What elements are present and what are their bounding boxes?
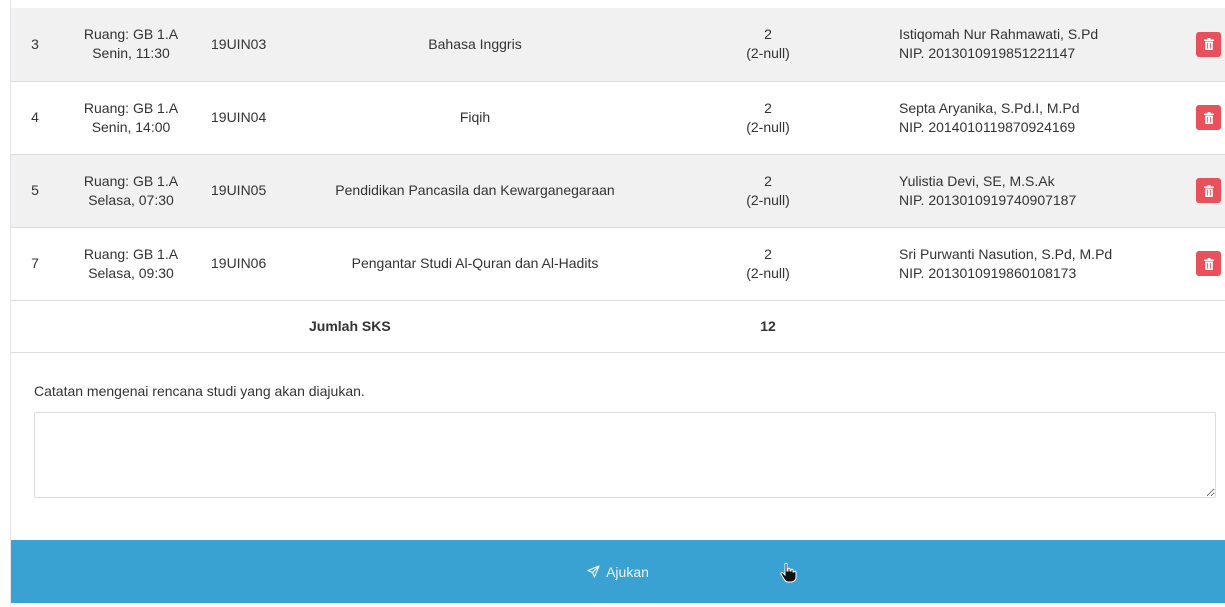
table-row: 5 Ruang: GB 1.A Selasa, 07:30 19UIN05 Pe… bbox=[11, 154, 1225, 228]
course-lecturer: Sri Purwanti Nasution, S.Pd, M.Pd NIP. 2… bbox=[895, 227, 1192, 301]
lecturer-nip: NIP. 2013010919851221147 bbox=[899, 45, 1076, 62]
trash-icon bbox=[1203, 111, 1214, 124]
course-name: Fiqih bbox=[309, 81, 641, 155]
course-room: Ruang: GB 1.A bbox=[83, 172, 179, 189]
lecturer-nip: NIP. 2013010919860108173 bbox=[899, 264, 1077, 281]
course-room: Ruang: GB 1.A bbox=[83, 26, 179, 43]
note-label: Catatan mengenai rencana studi yang akan… bbox=[34, 383, 365, 399]
course-time: Selasa, 09:30 bbox=[88, 264, 174, 281]
credit-value: 2 bbox=[764, 245, 772, 262]
total-row: Jumlah SKS 12 bbox=[11, 300, 1225, 353]
delete-course-button[interactable] bbox=[1196, 105, 1221, 130]
course-number: 4 bbox=[11, 81, 59, 155]
table-row: 3 Ruang: GB 1.A Senin, 11:30 19UIN03 Bah… bbox=[11, 8, 1225, 82]
credit-value: 2 bbox=[764, 99, 772, 116]
course-name: Pengantar Studi Al-Quran dan Al-Hadits bbox=[309, 227, 641, 301]
course-code: 19UIN05 bbox=[203, 154, 309, 228]
course-credits: 2 (2-null) bbox=[641, 8, 895, 82]
submit-label: Ajukan bbox=[606, 563, 649, 580]
course-time: Senin, 14:00 bbox=[91, 118, 171, 135]
course-name: Pendidikan Pancasila dan Kewarganegaraan bbox=[309, 154, 641, 228]
lecturer-name: Istiqomah Nur Rahmawati, S.Pd bbox=[899, 26, 1099, 43]
course-schedule: Ruang: GB 1.A Selasa, 09:30 bbox=[59, 227, 203, 301]
note-textarea[interactable] bbox=[34, 412, 1216, 498]
credit-detail: (2-null) bbox=[746, 264, 790, 281]
course-time: Selasa, 07:30 bbox=[88, 191, 174, 208]
credit-detail: (2-null) bbox=[746, 191, 790, 208]
trash-icon bbox=[1203, 184, 1214, 197]
credit-value: 2 bbox=[764, 172, 772, 189]
course-time: Senin, 11:30 bbox=[92, 45, 170, 62]
credit-detail: (2-null) bbox=[746, 118, 790, 135]
course-name: Bahasa Inggris bbox=[309, 8, 641, 82]
lecturer-name: Yulistia Devi, SE, M.S.Ak bbox=[899, 172, 1055, 189]
course-code: 19UIN06 bbox=[203, 227, 309, 301]
trash-icon bbox=[1203, 38, 1214, 51]
paper-plane-icon bbox=[587, 565, 600, 578]
lecturer-name: Sri Purwanti Nasution, S.Pd, M.Pd bbox=[899, 245, 1113, 262]
delete-course-button[interactable] bbox=[1196, 251, 1221, 276]
total-value: 12 bbox=[641, 300, 895, 353]
course-lecturer: Istiqomah Nur Rahmawati, S.Pd NIP. 20130… bbox=[895, 8, 1192, 82]
course-schedule: Ruang: GB 1.A Selasa, 07:30 bbox=[59, 154, 203, 228]
course-schedule: Ruang: GB 1.A Senin, 14:00 bbox=[59, 81, 203, 155]
course-code: 19UIN04 bbox=[203, 81, 309, 155]
credit-value: 2 bbox=[764, 26, 772, 43]
course-room: Ruang: GB 1.A bbox=[83, 99, 179, 116]
course-number: 3 bbox=[11, 8, 59, 82]
lecturer-nip: NIP. 2013010919740907187 bbox=[899, 191, 1077, 208]
course-lecturer: Septa Aryanika, S.Pd.I, M.Pd NIP. 201401… bbox=[895, 81, 1192, 155]
course-table: 3 Ruang: GB 1.A Senin, 11:30 19UIN03 Bah… bbox=[11, 8, 1225, 353]
total-label: Jumlah SKS bbox=[309, 300, 641, 353]
table-row: 4 Ruang: GB 1.A Senin, 14:00 19UIN04 Fiq… bbox=[11, 81, 1225, 155]
delete-course-button[interactable] bbox=[1196, 178, 1221, 203]
course-code: 19UIN03 bbox=[203, 8, 309, 82]
trash-icon bbox=[1203, 257, 1214, 270]
course-credits: 2 (2-null) bbox=[641, 154, 895, 228]
course-schedule: Ruang: GB 1.A Senin, 11:30 bbox=[59, 8, 203, 82]
table-row: 7 Ruang: GB 1.A Selasa, 09:30 19UIN06 Pe… bbox=[11, 227, 1225, 301]
course-credits: 2 (2-null) bbox=[641, 81, 895, 155]
submit-button[interactable]: Ajukan bbox=[11, 540, 1225, 603]
course-number: 7 bbox=[11, 227, 59, 301]
course-lecturer: Yulistia Devi, SE, M.S.Ak NIP. 201301091… bbox=[895, 154, 1192, 228]
credit-detail: (2-null) bbox=[746, 45, 790, 62]
delete-course-button[interactable] bbox=[1196, 31, 1221, 57]
course-number: 5 bbox=[11, 154, 59, 228]
course-room: Ruang: GB 1.A bbox=[83, 245, 179, 262]
course-credits: 2 (2-null) bbox=[641, 227, 895, 301]
lecturer-name: Septa Aryanika, S.Pd.I, M.Pd bbox=[899, 99, 1080, 116]
lecturer-nip: NIP. 2014010119870924169 bbox=[899, 118, 1076, 135]
